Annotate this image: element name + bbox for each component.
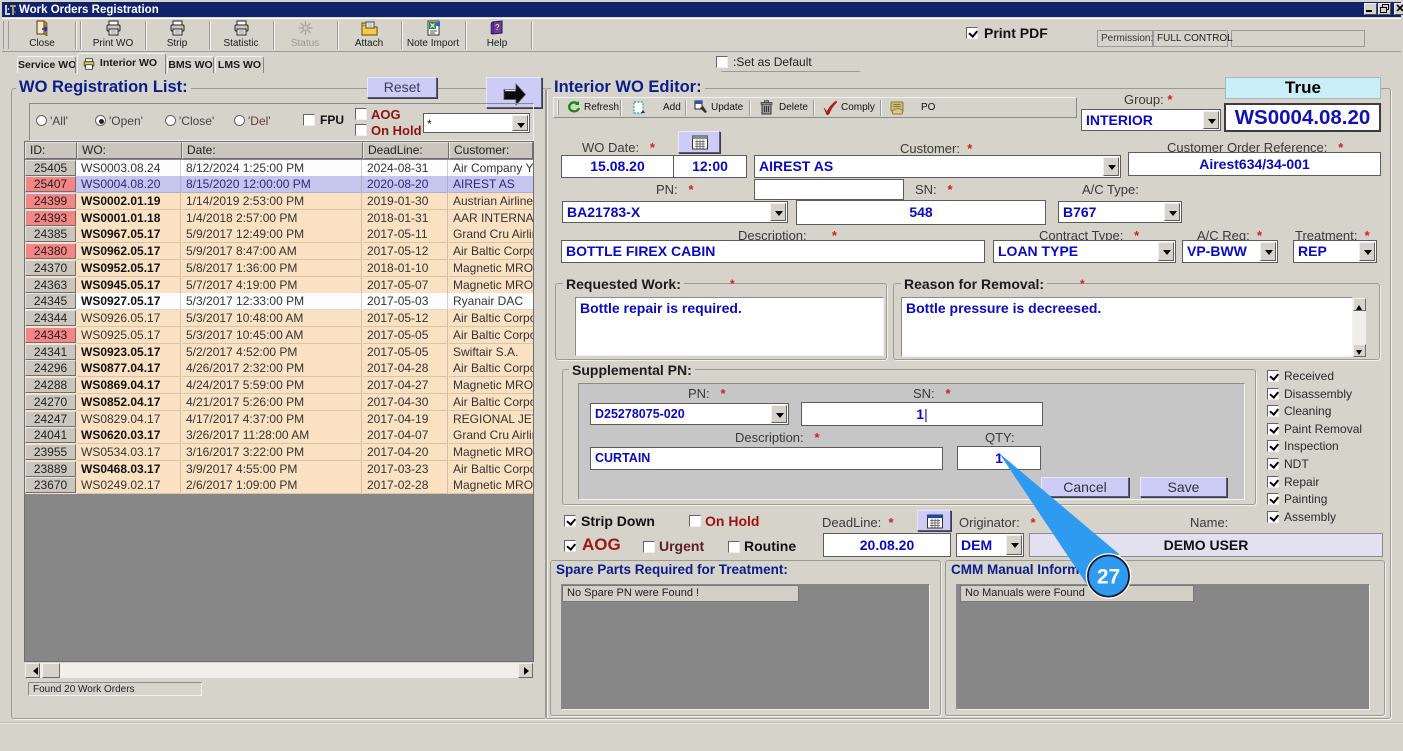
- svg-text:?: ?: [494, 23, 499, 32]
- svg-text:27: 27: [1097, 566, 1120, 589]
